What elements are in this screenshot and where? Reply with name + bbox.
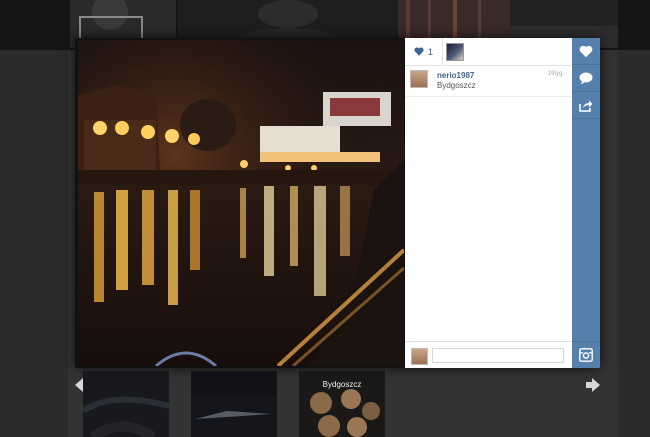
share-icon	[579, 100, 593, 112]
thumbnail-caption: Bydgoszcz	[322, 380, 362, 389]
comment-composer	[405, 341, 572, 369]
post-photo[interactable]	[78, 40, 404, 366]
divider	[405, 96, 572, 97]
thumbnail-item[interactable]	[191, 371, 277, 437]
comment-text: Bydgoszcz	[437, 81, 476, 90]
comment-button[interactable]	[572, 65, 600, 92]
current-user-avatar	[411, 348, 428, 365]
share-button[interactable]	[572, 92, 600, 119]
comment-username[interactable]: nerio1987	[437, 71, 474, 80]
like-summary[interactable]: 1	[405, 38, 443, 65]
comment-icon	[579, 72, 593, 84]
comments-panel: 1 nerio1987 19tyg. Bydgoszcz	[405, 38, 572, 368]
commenter-avatar[interactable]	[410, 70, 428, 88]
likes-bar: 1	[405, 38, 572, 66]
like-button[interactable]	[572, 38, 600, 65]
action-rail	[572, 38, 600, 368]
like-icon	[579, 45, 593, 57]
thumbnail-item[interactable]	[83, 371, 169, 437]
heart-icon	[414, 47, 424, 56]
arrow-right-icon[interactable]	[585, 377, 601, 393]
comment-timestamp: 19tyg.	[547, 71, 564, 77]
comment-input[interactable]	[432, 348, 564, 363]
like-count: 1	[428, 46, 434, 57]
thumbnail-item[interactable]: Bydgoszcz	[299, 371, 385, 437]
comment-item: nerio1987 19tyg. Bydgoszcz	[410, 70, 567, 94]
liker-avatar[interactable]	[446, 42, 464, 61]
instagram-icon	[579, 348, 593, 362]
instagram-button[interactable]	[572, 341, 600, 368]
